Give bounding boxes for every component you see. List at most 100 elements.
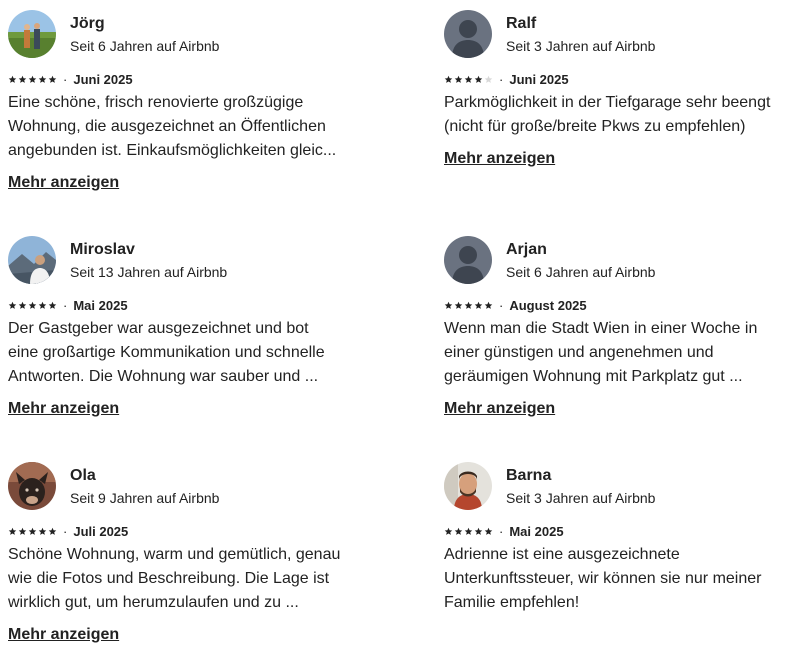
separator: ·	[499, 297, 504, 313]
star-filled-icon	[28, 301, 37, 310]
avatar[interactable]	[444, 10, 492, 58]
review-card: Miroslav Seit 13 Jahren auf Airbnb · Mai…	[8, 236, 358, 419]
review-meta: · Mai 2025	[8, 297, 358, 313]
review-meta: · Juni 2025	[8, 71, 358, 87]
member-since: Seit 3 Jahren auf Airbnb	[506, 489, 656, 506]
reviewer-name: Barna	[506, 466, 552, 484]
review-card: Arjan Seit 6 Jahren auf Airbnb · August …	[444, 236, 791, 419]
review-date: August 2025	[509, 297, 587, 313]
review-card: Ola Seit 9 Jahren auf Airbnb · Juli 2025…	[8, 462, 358, 645]
star-filled-icon	[454, 75, 463, 84]
review-date: Juni 2025	[509, 71, 569, 87]
avatar-photo	[8, 10, 56, 58]
avatar[interactable]	[8, 236, 56, 284]
review-header: Ola Seit 9 Jahren auf Airbnb	[8, 462, 358, 510]
star-empty-icon	[484, 75, 493, 84]
star-filled-icon	[464, 527, 473, 536]
separator: ·	[63, 523, 68, 539]
star-filled-icon	[18, 527, 27, 536]
review-date: Juli 2025	[73, 523, 129, 539]
review-text: Adrienne ist eine ausgezeichnete Unterku…	[444, 546, 762, 611]
reviewer-name: Ola	[70, 466, 96, 484]
avatar[interactable]	[8, 10, 56, 58]
member-since: Seit 13 Jahren auf Airbnb	[70, 263, 228, 280]
review-card: Barna Seit 3 Jahren auf Airbnb · Mai 202…	[444, 462, 791, 615]
review-text: Eine schöne, frisch renovierte großzügig…	[8, 94, 337, 159]
avatar-photo	[444, 462, 492, 510]
star-filled-icon	[444, 527, 453, 536]
star-filled-icon	[444, 301, 453, 310]
reviewer-name: Jörg	[70, 14, 105, 32]
review-header: Miroslav Seit 13 Jahren auf Airbnb	[8, 236, 358, 284]
star-rating	[8, 527, 58, 536]
star-filled-icon	[38, 75, 47, 84]
member-since: Seit 6 Jahren auf Airbnb	[506, 263, 656, 280]
member-since: Seit 9 Jahren auf Airbnb	[70, 489, 220, 506]
star-filled-icon	[18, 301, 27, 310]
reviewer-name: Arjan	[506, 240, 547, 258]
reviewer-name: Ralf	[506, 14, 537, 32]
review-meta: · August 2025	[444, 297, 791, 313]
review-text: Der Gastgeber war ausgezeichnet und bot …	[8, 320, 325, 385]
show-more-link[interactable]: Mehr anzeigen	[444, 149, 555, 169]
star-filled-icon	[18, 75, 27, 84]
avatar[interactable]	[8, 462, 56, 510]
star-filled-icon	[464, 301, 473, 310]
avatar-photo	[8, 462, 56, 510]
separator: ·	[63, 297, 68, 313]
star-filled-icon	[48, 301, 57, 310]
star-filled-icon	[28, 75, 37, 84]
reviewer-name: Miroslav	[70, 240, 135, 258]
default-user-icon	[444, 236, 492, 284]
star-filled-icon	[8, 527, 17, 536]
star-rating	[444, 75, 494, 84]
star-filled-icon	[48, 75, 57, 84]
show-more-link[interactable]: Mehr anzeigen	[8, 173, 119, 193]
review-text: Schöne Wohnung, warm und gemütlich, gena…	[8, 546, 341, 611]
member-since: Seit 6 Jahren auf Airbnb	[70, 37, 220, 54]
review-header: Arjan Seit 6 Jahren auf Airbnb	[444, 236, 791, 284]
star-rating	[444, 527, 494, 536]
star-filled-icon	[38, 301, 47, 310]
show-more-link[interactable]: Mehr anzeigen	[8, 625, 119, 645]
star-filled-icon	[48, 527, 57, 536]
review-card: Ralf Seit 3 Jahren auf Airbnb · Juni 202…	[444, 10, 791, 169]
separator: ·	[63, 71, 68, 87]
review-date: Mai 2025	[73, 297, 128, 313]
review-card: Jörg Seit 6 Jahren auf Airbnb · Juni 202…	[8, 10, 358, 193]
star-filled-icon	[8, 75, 17, 84]
star-filled-icon	[484, 527, 493, 536]
star-filled-icon	[474, 75, 483, 84]
review-header: Jörg Seit 6 Jahren auf Airbnb	[8, 10, 358, 58]
default-user-icon	[444, 10, 492, 58]
avatar[interactable]	[444, 236, 492, 284]
star-filled-icon	[8, 301, 17, 310]
star-filled-icon	[38, 527, 47, 536]
star-filled-icon	[444, 75, 453, 84]
review-meta: · Juni 2025	[444, 71, 791, 87]
separator: ·	[499, 71, 504, 87]
member-since: Seit 3 Jahren auf Airbnb	[506, 37, 656, 54]
star-filled-icon	[454, 301, 463, 310]
star-filled-icon	[484, 301, 493, 310]
review-header: Ralf Seit 3 Jahren auf Airbnb	[444, 10, 791, 58]
star-rating	[8, 301, 58, 310]
review-text: Parkmöglichkeit in der Tiefgarage sehr b…	[444, 94, 771, 135]
review-header: Barna Seit 3 Jahren auf Airbnb	[444, 462, 791, 510]
review-date: Mai 2025	[509, 523, 564, 539]
star-filled-icon	[474, 527, 483, 536]
separator: ·	[499, 523, 504, 539]
show-more-link[interactable]: Mehr anzeigen	[8, 399, 119, 419]
star-filled-icon	[464, 75, 473, 84]
review-date: Juni 2025	[73, 71, 133, 87]
star-rating	[8, 75, 58, 84]
review-meta: · Mai 2025	[444, 523, 791, 539]
star-filled-icon	[28, 527, 37, 536]
review-text: Wenn man die Stadt Wien in einer Woche i…	[444, 320, 758, 385]
star-filled-icon	[454, 527, 463, 536]
star-rating	[444, 301, 494, 310]
avatar-photo	[8, 236, 56, 284]
avatar[interactable]	[444, 462, 492, 510]
show-more-link[interactable]: Mehr anzeigen	[444, 399, 555, 419]
review-meta: · Juli 2025	[8, 523, 358, 539]
